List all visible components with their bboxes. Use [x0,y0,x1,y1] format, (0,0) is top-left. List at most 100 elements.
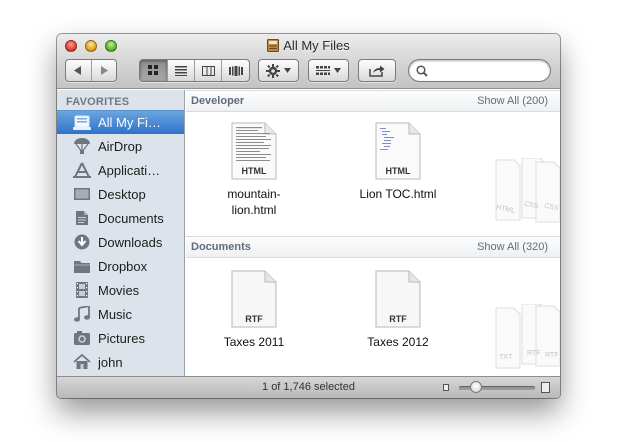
show-all-link[interactable]: Show All (200) [477,95,548,107]
document-stack-icon [495,157,560,223]
music-icon [72,305,92,323]
file-badge: RTF [545,352,559,359]
arrange-icon [316,65,330,75]
section-title: Documents [191,241,251,253]
documents-icon [72,209,92,227]
file-item[interactable]: RTF Taxes 2012 [343,270,453,350]
movies-icon [72,281,92,299]
html-document-icon: HTML [375,122,421,180]
icon-view-button[interactable] [140,60,168,81]
sidebar-item-label: All My Fi… [98,115,161,130]
sidebar-item-home[interactable]: john [57,350,184,374]
airdrop-icon [72,137,92,155]
section-header-documents: Documents Show All (320) [186,236,560,258]
arrange-menu-inner [309,60,348,81]
file-badge: RTF [527,350,541,357]
chevron-down-icon [284,68,291,73]
rtf-document-icon: RTF [231,270,277,328]
window-title: All My Files [57,38,560,53]
share-icon [369,65,385,77]
sidebar-item-label: Dropbox [98,258,148,274]
search-field[interactable] [408,59,551,82]
forward-button[interactable] [92,60,117,81]
sidebar-item-label: john [98,354,123,370]
sidebar-item-label: Pictures [98,330,145,346]
file-name: mountain- lion.html [227,187,281,217]
sidebar-item-pictures[interactable]: Pictures [57,326,184,350]
show-all-link[interactable]: Show All (320) [477,241,548,253]
sidebar-item-downloads[interactable]: Downloads [57,230,184,254]
sidebar-item-documents[interactable]: Documents [57,206,184,230]
list-view-button[interactable] [168,60,195,81]
file-name: Taxes 2012 [367,335,429,349]
share-button[interactable] [358,59,396,82]
sidebar-item-dropbox[interactable]: Dropbox [57,254,184,278]
action-menu-button[interactable] [258,59,299,82]
file-badge: RTF [245,314,263,324]
column-view-icon [201,65,215,76]
back-forward-control [65,59,117,82]
sidebar-item-label: AirDrop [98,138,143,154]
file-stack[interactable]: TXT RTF RTF [486,303,560,370]
search-icon [416,65,428,77]
section-title: Developer [191,95,245,107]
sidebar-heading-favorites: FAVORITES [66,96,130,108]
file-badge: RTF [389,314,407,324]
sidebar-item-label: Music [98,306,132,322]
action-menu-inner [259,60,298,81]
icon-view-icon [148,65,158,75]
window-title-text: All My Files [283,38,350,53]
applications-icon [72,161,92,179]
status-bar: 1 of 1,746 selected [57,376,560,398]
sidebar-item-airdrop[interactable]: AirDrop [57,134,184,158]
rtf-document-icon: RTF [375,270,421,328]
downloads-icon [72,233,92,251]
file-item[interactable]: RTF Taxes 2011 [199,270,309,350]
arrange-menu-button[interactable] [308,59,349,82]
sidebar-item-all-my-files[interactable]: All My Fi… [57,110,184,134]
small-icon-size-icon [443,384,449,391]
file-stack[interactable]: HTML CSS CSS [486,157,560,224]
sidebar-item-label: Movies [98,282,140,298]
file-item[interactable]: HTML mountain- lion.html [199,122,309,218]
all-my-files-icon [267,39,280,52]
desktop-icon [72,185,92,203]
forward-arrow-icon [100,66,108,75]
section-header-developer: Developer Show All (200) [186,90,560,112]
chevron-down-icon [334,68,341,73]
back-arrow-icon [74,66,82,75]
folder-icon [72,257,92,275]
sidebar-item-label: Desktop [98,186,146,202]
sidebar-item-label: Downloads [98,234,163,250]
share-button-inner [359,60,395,81]
all-my-files-icon [72,114,92,132]
file-badge: HTML [385,166,411,176]
cover-flow-view-button[interactable] [222,60,249,81]
file-name: Taxes 2011 [223,335,285,349]
sidebar-item-music[interactable]: Music [57,302,184,326]
file-badge: TXT [499,354,513,361]
file-badge: HTML [241,166,267,176]
file-item[interactable]: HTML Lion TOC.html [343,122,453,202]
large-icon-size-icon [541,382,550,393]
html-document-icon: HTML [231,122,277,180]
pictures-icon [72,329,92,347]
file-name: Lion TOC.html [359,187,437,201]
list-view-icon [175,65,187,76]
file-browser: Developer Show All (200) HTML mountain- … [186,90,560,376]
sidebar-item-desktop[interactable]: Desktop [57,182,184,206]
document-stack-icon [495,303,560,369]
title-bar: All My Files [57,34,560,89]
search-input[interactable] [431,63,543,79]
view-mode-control [139,59,250,82]
sidebar-item-label: Documents [98,210,164,226]
column-view-button[interactable] [195,60,222,81]
gear-icon [266,63,280,78]
back-button[interactable] [66,60,92,81]
sidebar-item-applications[interactable]: Applicati… [57,158,184,182]
icon-size-slider-knob[interactable] [470,381,482,393]
cover-flow-view-icon [228,65,243,76]
sidebar: FAVORITES All My Fi… AirDrop Applicati… … [57,90,185,376]
sidebar-item-movies[interactable]: Movies [57,278,184,302]
sidebar-item-label: Applicati… [98,162,161,178]
